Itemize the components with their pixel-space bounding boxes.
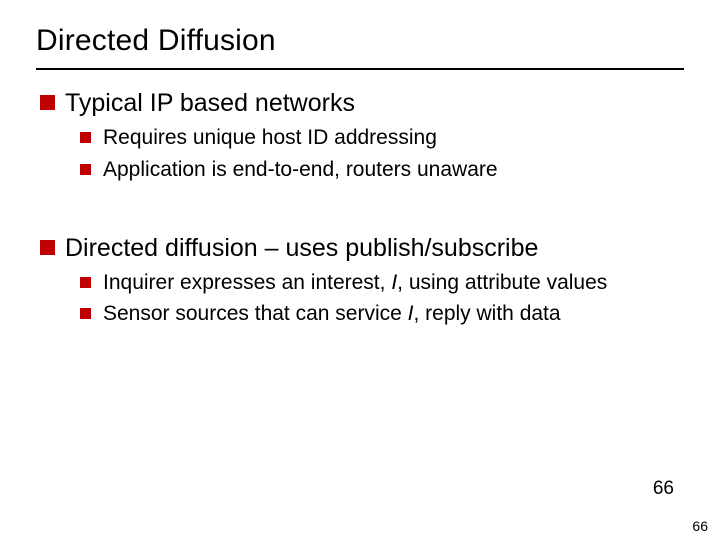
spacer: [40, 205, 684, 223]
bullet-level1: Typical IP based networks Requires uniqu…: [40, 88, 684, 183]
text-post: , reply with data: [414, 302, 561, 325]
text-pre: Sensor sources that can service: [103, 302, 408, 325]
slide-content: Typical IP based networks Requires uniqu…: [36, 88, 684, 328]
bullet-level1: Directed diffusion – uses publish/subscr…: [40, 233, 684, 328]
subbullet-text: Sensor sources that can service I, reply…: [103, 301, 561, 327]
bullet-text: Directed diffusion – uses publish/subscr…: [65, 233, 538, 264]
subbullet: Sensor sources that can service I, reply…: [80, 301, 684, 327]
bullet-row: Typical IP based networks: [40, 88, 684, 119]
subbullet-text: Inquirer expresses an interest, I, using…: [103, 270, 607, 296]
text-pre: Inquirer expresses an interest,: [103, 271, 391, 294]
slide-title: Directed Diffusion: [36, 24, 684, 58]
subbullet: Application is end-to-end, routers unawa…: [80, 157, 684, 183]
square-bullet-icon: [40, 240, 55, 255]
bullet-row: Directed diffusion – uses publish/subscr…: [40, 233, 684, 264]
slide: Directed Diffusion Typical IP based netw…: [0, 0, 720, 540]
subbullet: Inquirer expresses an interest, I, using…: [80, 270, 684, 296]
title-rule: [36, 68, 684, 70]
page-number-footer: 66: [692, 518, 708, 534]
text-post: , using attribute values: [397, 271, 607, 294]
subbullet-text: Application is end-to-end, routers unawa…: [103, 157, 498, 183]
square-bullet-icon: [40, 95, 55, 110]
subbullet-text: Requires unique host ID addressing: [103, 125, 437, 151]
subbullet: Requires unique host ID addressing: [80, 125, 684, 151]
sublist: Inquirer expresses an interest, I, using…: [80, 270, 684, 328]
square-subbullet-icon: [80, 308, 91, 319]
bullet-text: Typical IP based networks: [65, 88, 355, 119]
square-subbullet-icon: [80, 277, 91, 288]
sublist: Requires unique host ID addressing Appli…: [80, 125, 684, 183]
square-subbullet-icon: [80, 164, 91, 175]
square-subbullet-icon: [80, 132, 91, 143]
page-number: 66: [653, 478, 674, 500]
